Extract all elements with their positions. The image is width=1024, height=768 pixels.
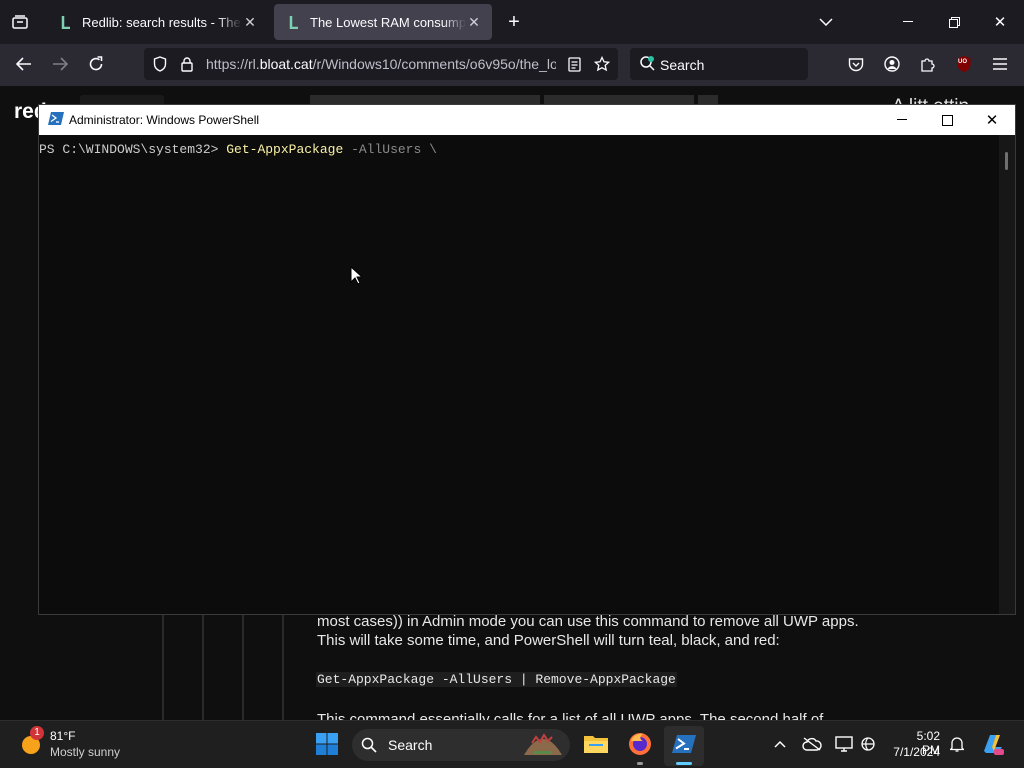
search-engine-icon xyxy=(638,54,658,74)
weather-widget[interactable]: 1 xyxy=(18,726,48,759)
copilot-icon[interactable] xyxy=(980,731,1006,757)
list-all-tabs-icon[interactable] xyxy=(816,12,836,32)
comment-clip: most cases)) in Admin mode you can use t… xyxy=(0,615,1024,720)
ps-maximize-icon[interactable] xyxy=(938,111,956,129)
show-hidden-icons-chevron-icon[interactable] xyxy=(772,736,788,752)
taskbar-search[interactable]: Search xyxy=(352,729,570,761)
powershell-taskbar-icon xyxy=(672,735,696,753)
url-bar[interactable]: https://rl.bloat.cat/r/Windows10/comment… xyxy=(144,48,618,80)
ps-minimize-icon[interactable] xyxy=(893,111,911,129)
comment-paragraph: This command essentially calls for a lis… xyxy=(317,711,824,720)
firefox-running-indicator xyxy=(637,762,643,765)
firefox-view-icon[interactable] xyxy=(8,12,32,32)
weather-temp[interactable]: 81°F xyxy=(50,729,75,743)
powershell-window[interactable]: Administrator: Windows PowerShell ✕ PS C… xyxy=(38,104,1016,615)
redlib-favicon-icon xyxy=(288,15,300,29)
mouse-cursor-icon xyxy=(350,265,364,286)
back-icon[interactable] xyxy=(14,54,34,74)
console-prompt: PS C:\WINDOWS\system32> xyxy=(39,142,227,157)
powershell-taskbar-button[interactable] xyxy=(664,726,704,766)
search-bar[interactable]: Search xyxy=(630,48,808,80)
reader-view-icon[interactable] xyxy=(564,55,584,73)
powershell-icon xyxy=(48,112,64,126)
tab-redlib-search[interactable]: Redlib: search results - The lowest ✕ xyxy=(46,4,268,40)
display-monitor-icon[interactable] xyxy=(834,735,854,753)
powershell-console[interactable]: PS C:\WINDOWS\system32> Get-AppxPackage … xyxy=(39,135,999,614)
code-snippet: Get-AppxPackage -AllUsers | Remove-AppxP… xyxy=(316,672,677,687)
ublock-origin-icon[interactable]: UO xyxy=(954,54,974,74)
notification-bell-icon[interactable] xyxy=(948,735,966,753)
ps-close-icon[interactable]: ✕ xyxy=(983,111,1001,129)
powershell-title: Administrator: Windows PowerShell xyxy=(69,113,260,127)
scrollbar-thumb[interactable] xyxy=(1005,152,1008,170)
bookmark-star-icon[interactable] xyxy=(592,55,612,73)
powershell-title-bar[interactable]: Administrator: Windows PowerShell ✕ xyxy=(39,105,1015,135)
console-parameter: -AllUsers \ xyxy=(343,142,437,157)
url-text[interactable]: https://rl.bloat.cat/r/Windows10/comment… xyxy=(206,56,556,72)
tab-close-icon[interactable]: ✕ xyxy=(466,14,482,31)
comment-paragraph: most cases)) in Admin mode you can use t… xyxy=(317,615,859,649)
clock-date[interactable]: 7/1/2024 xyxy=(890,745,940,759)
tab-title: Redlib: search results - The lowest xyxy=(82,14,242,30)
minimize-icon[interactable] xyxy=(898,12,918,32)
search-bar-placeholder: Search xyxy=(660,57,705,73)
forward-icon[interactable] xyxy=(50,54,70,74)
onedrive-offline-icon[interactable] xyxy=(802,735,822,753)
ublock-badge: UO xyxy=(958,59,967,65)
powershell-scrollbar[interactable] xyxy=(999,135,1015,614)
restore-icon[interactable] xyxy=(944,12,964,32)
taskbar-search-icon xyxy=(360,736,378,754)
tracking-protection-shield-icon[interactable] xyxy=(150,55,170,73)
firefox-icon[interactable] xyxy=(627,731,653,757)
account-icon[interactable] xyxy=(882,54,902,74)
extensions-puzzle-icon[interactable] xyxy=(918,54,938,74)
hamburger-menu-icon[interactable] xyxy=(990,54,1010,74)
console-command: Get-AppxPackage xyxy=(226,142,344,157)
new-tab-icon[interactable]: + xyxy=(504,11,524,33)
url-domain: bloat.cat xyxy=(259,56,313,72)
weather-desc[interactable]: Mostly sunny xyxy=(50,745,120,759)
url-path: /r/Windows10/comments/o6v95o/the_lowest xyxy=(312,56,556,72)
active-app-indicator xyxy=(676,762,692,765)
taskbar-search-placeholder: Search xyxy=(388,737,433,753)
reload-icon[interactable] xyxy=(86,54,106,74)
lock-icon[interactable] xyxy=(178,55,196,73)
weather-badge: 1 xyxy=(30,726,44,740)
close-window-icon[interactable]: ✕ xyxy=(990,12,1010,32)
tab-close-icon[interactable]: ✕ xyxy=(242,14,258,31)
tab-title: The Lowest RAM consumption xyxy=(310,14,466,30)
network-ethernet-icon[interactable] xyxy=(858,735,878,753)
console-line: PS C:\WINDOWS\system32> Get-AppxPackage … xyxy=(39,142,437,157)
tab-lowest-ram[interactable]: The Lowest RAM consumption ✕ xyxy=(274,4,492,40)
redlib-favicon-icon xyxy=(60,15,72,29)
url-prefix: https://rl. xyxy=(206,56,260,72)
windows-start-icon[interactable] xyxy=(315,732,341,758)
file-explorer-icon[interactable] xyxy=(583,733,609,757)
pocket-icon[interactable] xyxy=(846,54,866,74)
search-highlight-image xyxy=(520,731,566,759)
